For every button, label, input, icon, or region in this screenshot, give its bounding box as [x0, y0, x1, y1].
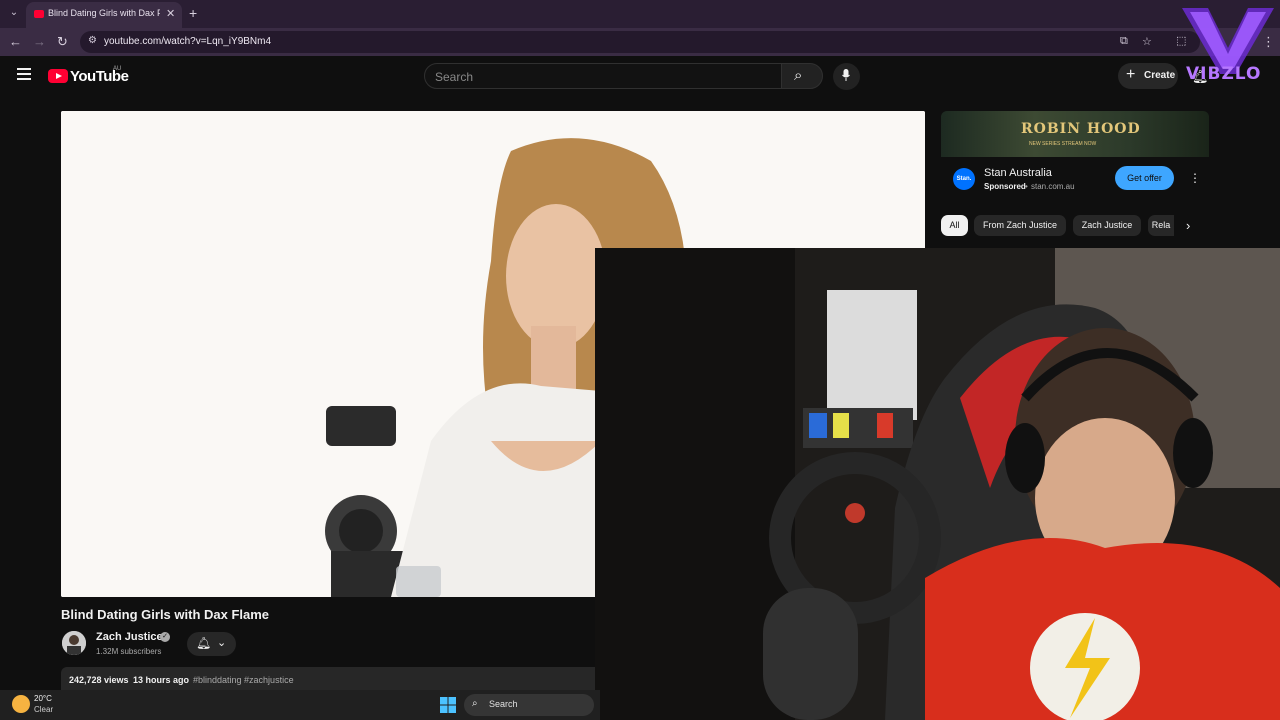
create-label: Create	[1144, 70, 1176, 81]
ad-banner-title: ROBIN HOOD	[1021, 121, 1141, 137]
bell-icon: 🔔︎	[196, 636, 212, 650]
windows-start-icon[interactable]	[440, 697, 456, 713]
microphone-icon	[842, 69, 850, 81]
chip-from-channel[interactable]: From Zach Justice	[974, 215, 1066, 236]
ad-banner-image[interactable]: ROBIN HOOD NEW SERIES STREAM NOW	[941, 111, 1209, 157]
chip-channel[interactable]: Zach Justice	[1073, 215, 1141, 236]
new-tab-icon[interactable]: +	[189, 5, 197, 21]
streamer-webcam-overlay	[595, 248, 1280, 720]
search-box[interactable]: Search	[424, 63, 782, 89]
tab-search-chevron-icon[interactable]: ⌄	[6, 5, 22, 21]
tab-close-icon[interactable]: ✕	[166, 7, 175, 20]
create-button[interactable]: + Create	[1118, 63, 1178, 89]
back-icon[interactable]: ←	[9, 34, 22, 49]
chevron-down-icon: ⌄	[217, 637, 227, 649]
taskbar-search-label: Search	[489, 699, 518, 709]
hashtags[interactable]: #blinddating #zachjustice	[193, 675, 294, 685]
advertiser-domain: stan.com.au	[1031, 182, 1075, 191]
subscriber-count: 1.32M subscribers	[96, 647, 162, 656]
reload-icon[interactable]: ↻	[57, 34, 68, 50]
description-box[interactable]: 242,728 views 13 hours ago #blinddating …	[61, 667, 601, 691]
channel-name[interactable]: Zach Justice	[96, 631, 163, 643]
hamburger-menu-icon[interactable]	[17, 68, 31, 80]
advertiser-logo[interactable]: Stan.	[953, 168, 975, 190]
browser-toolbar: ← → ↻ ⚙ youtube.com/watch?v=Lqn_iY9BNm4 …	[0, 28, 1280, 56]
notification-settings-button[interactable]: 🔔︎ ⌄	[187, 632, 236, 656]
install-app-icon[interactable]: ⧉	[1120, 35, 1128, 48]
view-count: 242,728 views	[69, 675, 129, 685]
weather-temperature[interactable]: 20°C	[34, 694, 52, 703]
get-offer-button[interactable]: Get offer	[1115, 166, 1174, 190]
chip-all[interactable]: All	[941, 215, 968, 236]
search-icon: ⌕	[472, 698, 478, 709]
search-icon: ⌕	[794, 67, 803, 84]
sponsored-label: Sponsored	[984, 182, 1026, 191]
url-text[interactable]: youtube.com/watch?v=Lqn_iY9BNm4	[104, 36, 271, 47]
channel-avatar[interactable]	[62, 631, 86, 655]
chip-related[interactable]: Rela	[1148, 215, 1174, 236]
webcam-image	[595, 248, 1280, 720]
search-input[interactable]: Search	[435, 70, 473, 84]
upload-time: 13 hours ago	[133, 675, 190, 685]
taskbar-search[interactable]: ⌕ Search	[464, 694, 594, 716]
vibzlo-watermark-text: VIBZLO	[1186, 64, 1262, 84]
country-code: AU	[113, 66, 122, 72]
voice-search-button[interactable]	[833, 63, 860, 90]
windows-taskbar: 20°C Clear ⌕ Search	[0, 690, 600, 720]
plus-icon: +	[1126, 66, 1136, 83]
verified-check-icon: ✓	[160, 632, 170, 642]
browser-tab-bar: ⌄ Blind Dating Girls with Dax Flame ✕ +	[0, 0, 1280, 28]
sponsored-ad-card[interactable]: ROBIN HOOD NEW SERIES STREAM NOW Stan. S…	[941, 111, 1209, 202]
chevron-right-icon[interactable]: ›	[1186, 218, 1190, 233]
advertiser-name[interactable]: Stan Australia	[984, 167, 1052, 179]
forward-icon[interactable]: →	[33, 34, 46, 49]
weather-moon-icon[interactable]	[12, 695, 30, 713]
weather-description[interactable]: Clear	[34, 705, 53, 714]
site-info-icon[interactable]: ⚙	[88, 35, 97, 46]
search-button[interactable]: ⌕	[781, 63, 823, 89]
tab-title: Blind Dating Girls with Dax Flame	[48, 8, 160, 18]
youtube-header: YouTube AU Search ⌕ + Create 🔔︎	[0, 56, 1280, 98]
bookmark-star-icon[interactable]: ☆	[1142, 35, 1152, 48]
video-title: Blind Dating Girls with Dax Flame	[61, 607, 270, 622]
browser-tab[interactable]: Blind Dating Girls with Dax Flame ✕	[26, 2, 182, 28]
youtube-logo-icon[interactable]	[48, 69, 68, 83]
ad-banner-subtitle: NEW SERIES STREAM NOW	[1029, 141, 1097, 147]
youtube-favicon-icon	[34, 10, 44, 18]
separator-dot: •	[1025, 182, 1028, 191]
address-bar[interactable]: ⚙ youtube.com/watch?v=Lqn_iY9BNm4 ⧉ ☆	[80, 31, 1200, 53]
more-options-icon[interactable]: ⋮	[1189, 171, 1201, 185]
